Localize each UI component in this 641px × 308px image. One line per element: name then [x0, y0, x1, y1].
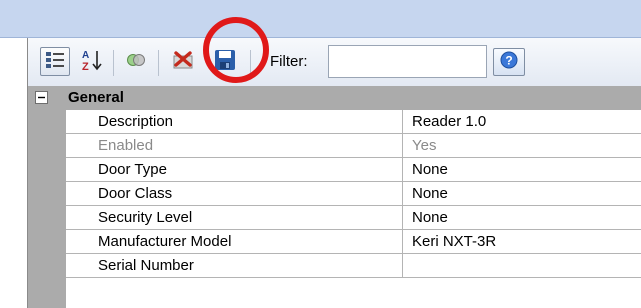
toggle-button[interactable] [122, 50, 150, 74]
column-divider [402, 230, 403, 254]
svg-text:A: A [82, 50, 89, 61]
toolbar-separator [113, 50, 114, 76]
property-row-serial-number[interactable]: Serial Number [66, 254, 641, 278]
property-value[interactable]: None [412, 161, 448, 178]
property-row-security-level[interactable]: Security Level None [66, 206, 641, 230]
filter-input[interactable] [328, 45, 487, 78]
delete-icon [172, 50, 196, 74]
column-divider [402, 158, 403, 182]
left-panel [0, 38, 28, 308]
property-row-description[interactable]: Description Reader 1.0 [66, 110, 641, 134]
property-row-enabled[interactable]: Enabled Yes [66, 134, 641, 158]
property-value[interactable]: Reader 1.0 [412, 113, 486, 130]
collapse-toggle-icon[interactable] [35, 91, 48, 104]
column-divider [402, 134, 403, 158]
property-name: Security Level [98, 209, 193, 226]
categorized-icon [45, 51, 65, 73]
categorized-view-button[interactable] [40, 47, 70, 76]
column-divider [402, 206, 403, 230]
delete-button[interactable] [167, 48, 201, 76]
svg-text:Z: Z [82, 61, 89, 72]
grid-gutter [28, 110, 66, 308]
svg-text:?: ? [505, 54, 512, 68]
help-icon: ? [500, 51, 518, 73]
sort-alphabetical-icon: A Z [79, 48, 103, 76]
help-button[interactable]: ? [493, 48, 525, 76]
property-value[interactable]: None [412, 185, 448, 202]
highlight-circle [203, 17, 269, 83]
toolbar-separator [158, 50, 159, 76]
property-row-door-class[interactable]: Door Class None [66, 182, 641, 206]
property-row-door-type[interactable]: Door Type None [66, 158, 641, 182]
column-divider [402, 110, 403, 134]
property-value[interactable]: None [412, 209, 448, 226]
property-value[interactable]: Keri NXT-3R [412, 233, 496, 250]
category-row-general[interactable]: General [28, 86, 641, 110]
property-name: Manufacturer Model [98, 233, 232, 250]
property-grid: General Description Reader 1.0 Enabled Y… [28, 86, 641, 308]
column-divider [402, 182, 403, 206]
property-name: Enabled [98, 137, 154, 154]
property-name: Door Type [98, 161, 167, 178]
category-label: General [68, 89, 124, 106]
property-row-manufacturer-model[interactable]: Manufacturer Model Keri NXT-3R [66, 230, 641, 254]
property-value: Yes [412, 137, 437, 154]
filter-label: Filter: [270, 53, 308, 70]
toggle-icon [126, 53, 146, 71]
column-divider [402, 254, 403, 278]
property-name: Serial Number [98, 257, 194, 274]
sort-alphabetical-button[interactable]: A Z [76, 47, 106, 76]
window-title-band [0, 0, 641, 37]
property-name: Description [98, 113, 174, 130]
property-name: Door Class [98, 185, 173, 202]
